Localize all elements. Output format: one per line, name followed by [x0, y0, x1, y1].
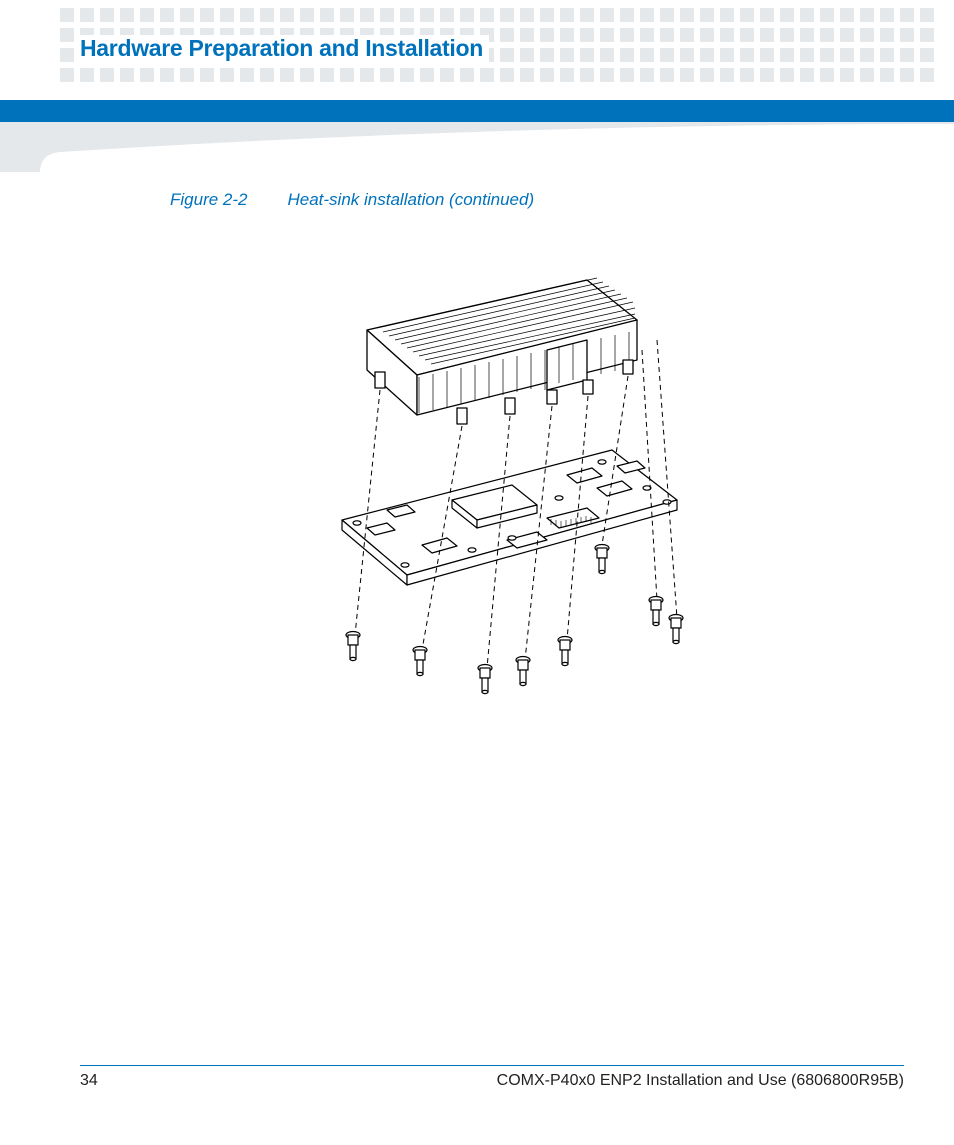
figure-caption: Figure 2-2 Heat-sink installation (contin…: [170, 190, 874, 210]
heatsink-installation-diagram: [247, 240, 707, 700]
figure-title: Heat-sink installation (continued): [287, 190, 534, 209]
page-number: 34: [80, 1072, 98, 1090]
figure-number: Figure 2-2: [170, 190, 247, 209]
page-content: Figure 2-2 Heat-sink installation (contin…: [80, 190, 874, 700]
header-blue-bar: [0, 100, 954, 122]
header-swoosh-icon: [0, 122, 954, 172]
chapter-title: Hardware Preparation and Installation: [80, 35, 489, 62]
page-header: Hardware Preparation and Installation: [0, 0, 954, 100]
page-footer: 34 COMX-P40x0 ENP2 Installation and Use …: [80, 1065, 904, 1090]
figure-image-container: [80, 240, 874, 700]
document-title: COMX-P40x0 ENP2 Installation and Use (68…: [497, 1072, 904, 1090]
footer-rule: [80, 1065, 904, 1066]
